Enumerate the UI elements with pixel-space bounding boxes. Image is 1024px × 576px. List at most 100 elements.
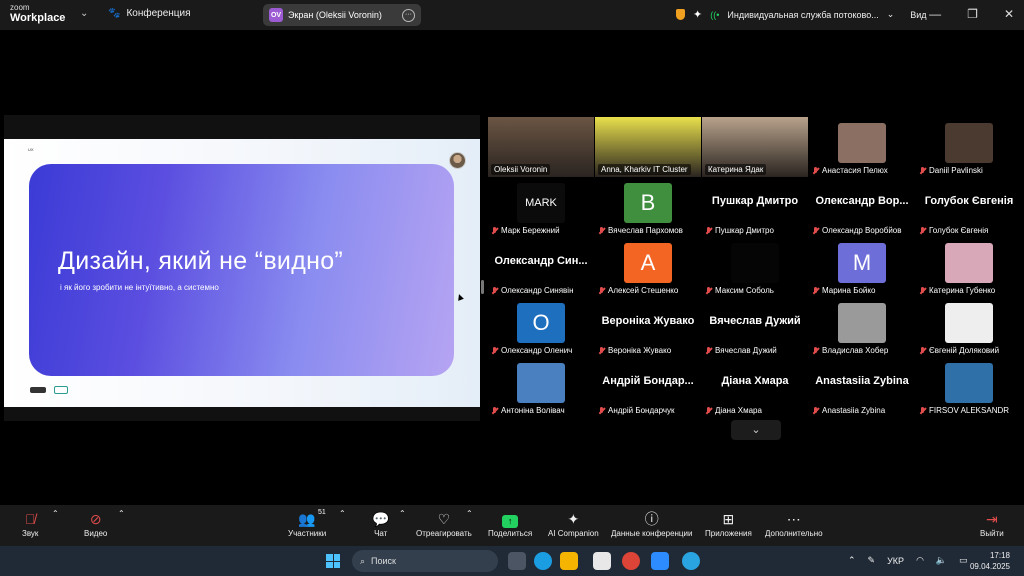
chevron-up-icon[interactable]: ⌃	[848, 555, 856, 566]
participant-name: Anastasiia Zybina	[822, 406, 886, 415]
participant-tile[interactable]: Вероніка Жувако Вероніка Жувако	[595, 297, 701, 357]
taskbar-clock[interactable]: 17:18 09.04.2025	[970, 550, 1010, 572]
chrome-icon[interactable]	[622, 552, 640, 570]
more-icon[interactable]: ···	[402, 8, 415, 22]
sparkle-icon[interactable]: ✦	[693, 8, 702, 21]
minimize-button[interactable]: —	[929, 7, 941, 21]
participant-tile[interactable]: M Марина Бойко	[809, 237, 915, 297]
apps-button[interactable]: ⊞ Приложения	[705, 509, 752, 538]
meeting-info-button[interactable]: 🐾 Конференция	[108, 8, 191, 19]
folder-icon[interactable]	[560, 552, 578, 570]
chevron-up-icon[interactable]: ⌃	[399, 509, 406, 518]
participant-tile[interactable]: Пушкар Дмитро Пушкар Дмитро	[702, 177, 808, 237]
audio-button[interactable]: 🎙̸ Звук	[22, 509, 38, 538]
participant-name-tag: Anastasiia Zybina	[812, 406, 885, 415]
participant-tile[interactable]: Вячеслав Дужий Вячеслав Дужий	[702, 297, 808, 357]
language-indicator[interactable]: УКР	[887, 556, 904, 566]
participant-tile[interactable]: FIRSOV ALEKSANDR	[916, 357, 1022, 417]
split-resize-handle[interactable]	[481, 280, 484, 294]
participant-name: Вероніка Жувако	[608, 346, 672, 355]
battery-icon[interactable]: ▭	[959, 555, 968, 566]
stream-label[interactable]: Индивидуальная служба потоково...	[727, 10, 878, 20]
share-button[interactable]: ↑ Поделиться	[488, 509, 532, 538]
chevron-up-icon[interactable]: ⌃	[466, 509, 473, 518]
telegram-icon[interactable]	[682, 552, 700, 570]
clock-time: 17:18	[989, 551, 1010, 560]
volume-icon[interactable]: 🔈	[936, 555, 947, 566]
participant-name-tag: Марина Бойко	[812, 286, 875, 295]
leave-button[interactable]: ⇥ Выйти	[980, 509, 1004, 538]
chat-button[interactable]: 💬 Чат	[372, 509, 389, 538]
chevron-down-icon[interactable]: ⌄	[80, 8, 88, 19]
windows-start-icon[interactable]	[326, 554, 340, 568]
view-menu[interactable]: Вид	[910, 10, 926, 20]
participant-tile[interactable]: O Олександр Оленич	[488, 297, 594, 357]
chevron-up-icon[interactable]: ⌃	[339, 509, 346, 518]
video-off-icon: ⊘	[89, 511, 102, 527]
participant-tile[interactable]: Катерина Ядак	[702, 117, 808, 177]
react-label: Отреагировать	[416, 529, 472, 538]
participant-tile[interactable]: A Алексей Стешенко	[595, 237, 701, 297]
close-button[interactable]: ✕	[1004, 7, 1014, 21]
mic-off-icon	[705, 346, 712, 355]
chevron-up-icon[interactable]: ⌃	[118, 509, 125, 518]
participant-tile[interactable]: MARK Марк Бережний	[488, 177, 594, 237]
participant-name: Владислав Хобер	[822, 346, 889, 355]
participant-name: Олександр Воробйов	[822, 226, 902, 235]
meeting-info-label: Данные конференции	[611, 529, 693, 538]
participant-tile[interactable]: Діана Хмара Діана Хмара	[702, 357, 808, 417]
participant-name-tag: Олександр Оленич	[491, 346, 572, 355]
mic-off-icon	[812, 226, 819, 235]
participant-name-tag: Голубок Євгенія	[919, 226, 988, 235]
participant-name: Марк Бережний	[501, 226, 560, 235]
chevron-down-icon[interactable]: ⌄	[731, 420, 781, 440]
participant-tile[interactable]: Anna, Kharkiv IT Cluster	[595, 117, 701, 177]
participant-tile[interactable]: Анастасия Пелюх	[809, 117, 915, 177]
partner-logo	[30, 387, 46, 393]
participant-avatar: O	[517, 303, 565, 343]
more-button[interactable]: ⋯ Дополнительно	[765, 509, 823, 538]
participant-name-tag: Катерина Губенко	[919, 286, 995, 295]
participant-display-name: Вероніка Жувако	[601, 315, 695, 327]
participant-tile[interactable]: Катерина Губенко	[916, 237, 1022, 297]
participant-tile[interactable]: Oleksii Voronin	[488, 117, 594, 177]
participant-tile[interactable]: Владислав Хобер	[809, 297, 915, 357]
participant-tile[interactable]: Олександр Вор... Олександр Воробйов	[809, 177, 915, 237]
video-button[interactable]: ⊘ Видео	[84, 509, 107, 538]
chevron-up-icon[interactable]: ⌃	[52, 509, 59, 518]
react-button[interactable]: ♡ Отреагировать	[416, 509, 472, 538]
meeting-info-button[interactable]: ⓘ Данные конференции	[611, 509, 692, 538]
participant-name-tag: FIRSOV ALEKSANDR	[919, 406, 1009, 415]
participants-count: 51	[318, 509, 326, 516]
zoom-icon[interactable]	[651, 552, 669, 570]
task-view-icon[interactable]	[508, 552, 526, 570]
participant-tile[interactable]: Олександр Син... Олександр Синявін	[488, 237, 594, 297]
participant-name: Марина Бойко	[822, 286, 876, 295]
participant-tile[interactable]: Голубок Євгенія Голубок Євгенія	[916, 177, 1022, 237]
chevron-down-icon[interactable]: ⌄	[887, 9, 895, 20]
participant-tile[interactable]: B Вячеслав Пархомов	[595, 177, 701, 237]
participant-tile[interactable]: Андрій Бондар... Андрій Бондарчук	[595, 357, 701, 417]
participant-name: Антоніна Волівач	[501, 406, 565, 415]
participant-tile[interactable]: Daniil Pavlinski	[916, 117, 1022, 177]
mic-off-icon	[919, 286, 926, 295]
participant-tile[interactable]: Максим Соболь	[702, 237, 808, 297]
participants-label: Участники	[288, 529, 327, 538]
participant-name: Діана Хмара	[715, 406, 762, 415]
participant-tile[interactable]: Anastasiia Zybina Anastasiia Zybina	[809, 357, 915, 417]
ai-companion-button[interactable]: ✦ AI Companion	[548, 509, 599, 538]
participant-tile[interactable]: Антоніна Волівач	[488, 357, 594, 417]
participant-name: Пушкар Дмитро	[715, 226, 774, 235]
restore-button[interactable]: ❐	[967, 7, 978, 21]
screen-share-pill[interactable]: OV Экран (Oleksii Voronin) ···	[263, 4, 421, 26]
edge-icon[interactable]	[534, 552, 552, 570]
participant-name-tag: Владислав Хобер	[812, 346, 888, 355]
taskbar-search[interactable]: ⌕ Поиск	[352, 550, 498, 572]
participant-tile[interactable]: Євгеній Доляковий	[916, 297, 1022, 357]
store-icon[interactable]	[593, 552, 611, 570]
participant-display-name: Пушкар Дмитро	[711, 195, 799, 207]
participant-name: Daniil Pavlinski	[929, 166, 983, 175]
shield-icon[interactable]	[676, 9, 685, 20]
pen-icon[interactable]: ✎	[868, 555, 876, 566]
wifi-icon[interactable]: ◠	[916, 555, 924, 566]
